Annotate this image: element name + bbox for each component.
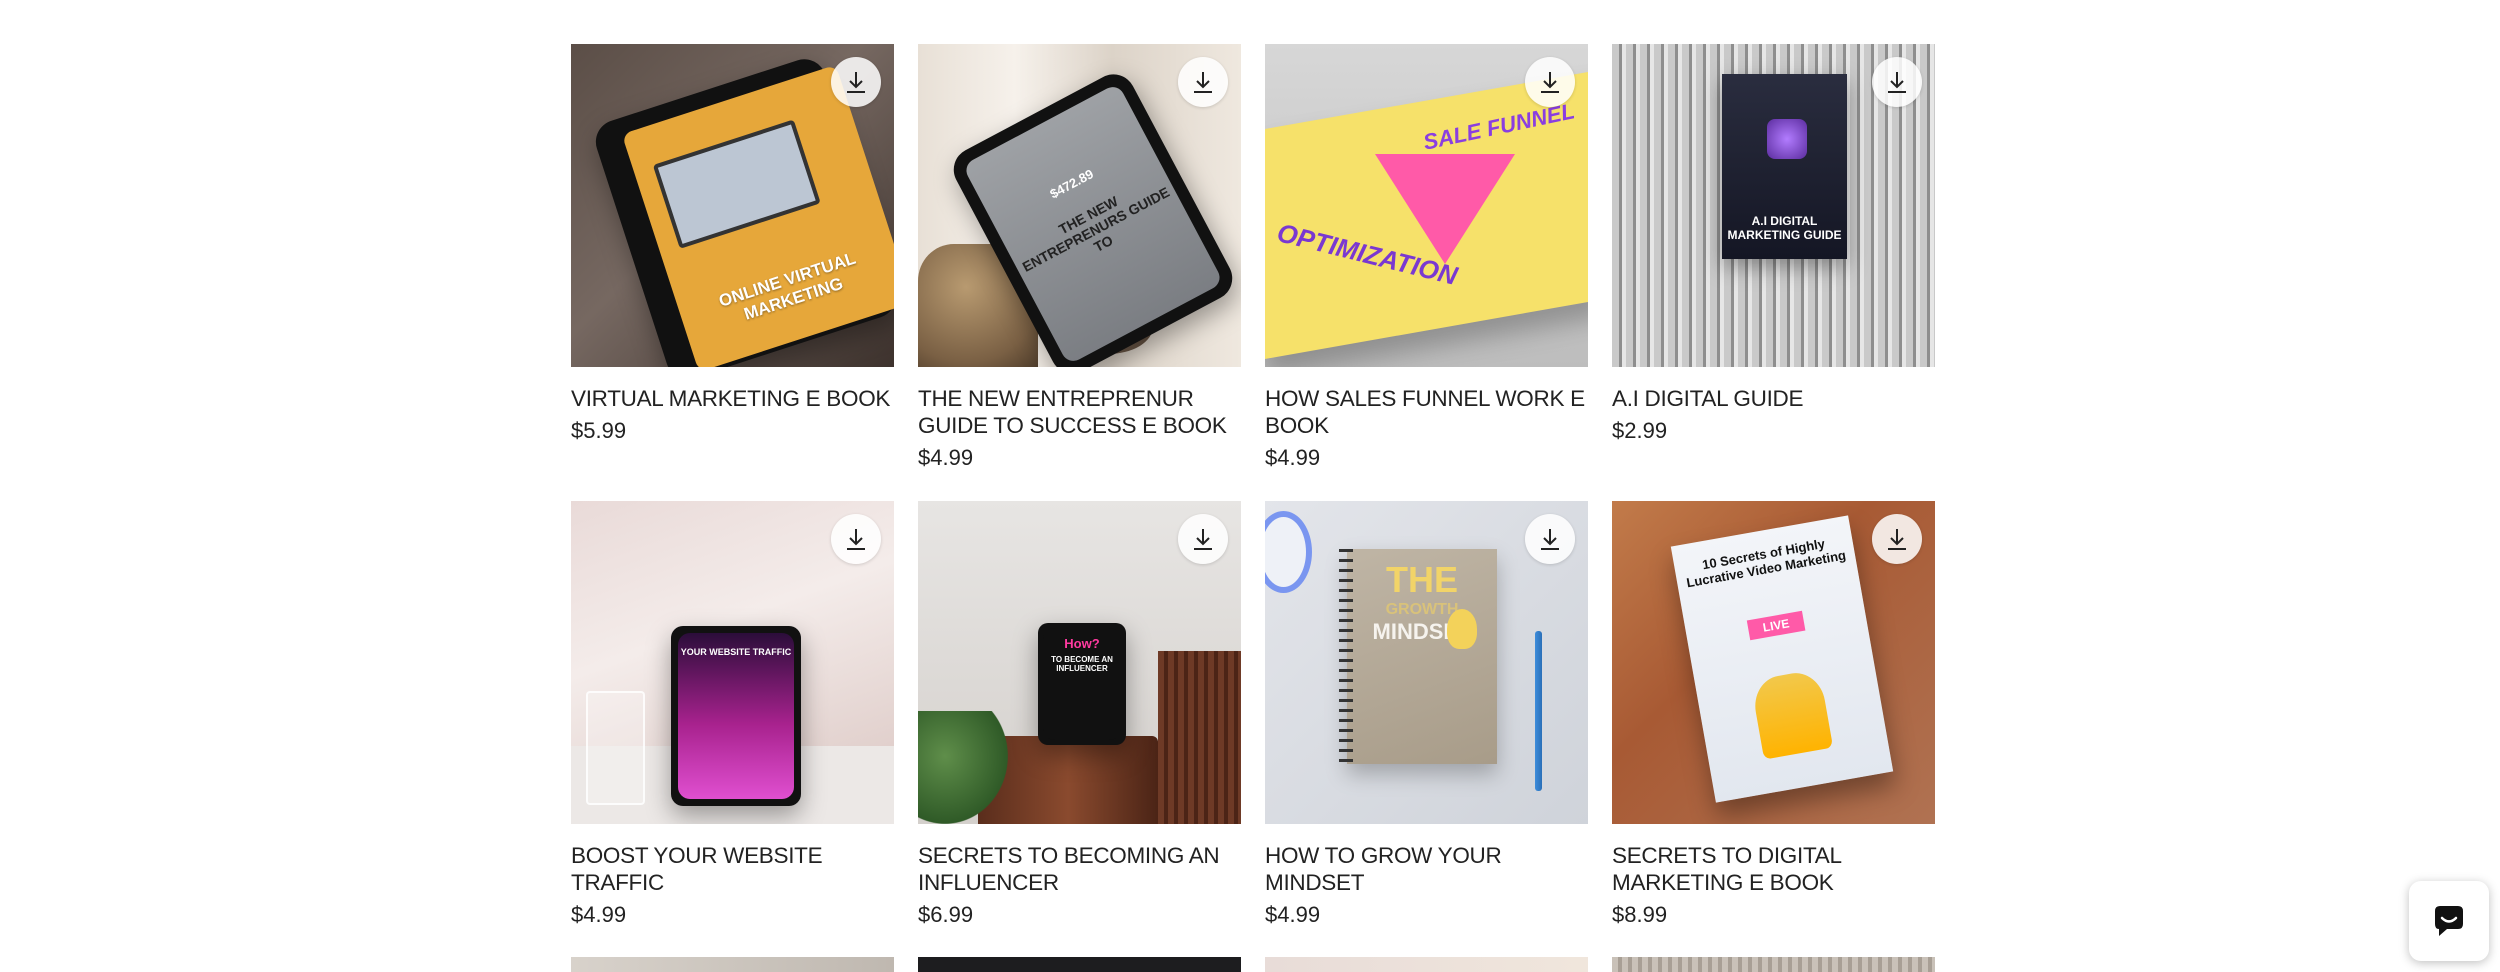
download-icon <box>847 72 865 93</box>
product-price: $2.99 <box>1612 418 1668 443</box>
product-title[interactable]: HOW SALES FUNNEL WORK E BOOK <box>1265 385 1588 439</box>
product-price: $4.99 <box>1265 902 1321 927</box>
bulb-graphic <box>1447 609 1477 649</box>
product-title[interactable]: A.I DIGITAL GUIDE <box>1612 385 1935 412</box>
cover-text: A.I DIGITAL MARKETING GUIDE <box>1727 214 1842 242</box>
cover-text: How? <box>1064 636 1100 651</box>
next-row-preview <box>571 957 1935 972</box>
cover-subtext: TO BECOME AN INFLUENCER <box>1051 655 1113 673</box>
product-image[interactable]: 10 Secrets of Highly Lucrative Video Mar… <box>1612 501 1935 824</box>
product-image[interactable]: THE GROWTH MINDSET <box>1265 501 1588 824</box>
download-icon <box>1541 529 1559 550</box>
product-image-peek[interactable] <box>1265 957 1588 972</box>
cover-art: How? TO BECOME AN INFLUENCER <box>1043 628 1121 740</box>
product-title[interactable]: VIRTUAL MARKETING E BOOK <box>571 385 894 412</box>
product-price: $4.99 <box>918 445 974 470</box>
cover-art: YOUR WEBSITE TRAFFIC <box>678 633 794 799</box>
product-image[interactable]: A.I DIGITAL MARKETING GUIDE <box>1612 44 1935 367</box>
product-card[interactable]: SALE FUNNEL OPTIMIZATION HOW SALES FUNNE… <box>1265 44 1588 501</box>
product-price: $6.99 <box>918 902 974 927</box>
glass-graphic <box>586 691 645 805</box>
chat-button[interactable] <box>2409 881 2489 961</box>
download-button[interactable] <box>1872 514 1922 564</box>
download-icon <box>1194 529 1212 550</box>
cover-text: ONLINE VIRTUAL MARKETING <box>716 248 859 324</box>
download-button[interactable] <box>831 514 881 564</box>
cup-graphic <box>1265 511 1312 593</box>
cover-text: THE NEW ENTREPRENURS GUIDE TO <box>1019 183 1173 275</box>
product-price: $4.99 <box>1265 445 1321 470</box>
cover-text: 10 Secrets of Highly Lucrative Video Mar… <box>1685 535 1847 591</box>
product-title[interactable]: SECRETS TO BECOMING AN INFLUENCER <box>918 842 1241 896</box>
cover-text: YOUR WEBSITE TRAFFIC <box>680 647 792 657</box>
product-image-peek[interactable] <box>918 957 1241 972</box>
download-button[interactable] <box>1178 514 1228 564</box>
product-card[interactable]: THE GROWTH MINDSET HOW TO GROW YOUR MIND… <box>1265 501 1588 958</box>
download-icon <box>847 529 865 550</box>
cover-art: 10 Secrets of Highly Lucrative Video Mar… <box>1670 515 1894 803</box>
download-icon <box>1194 72 1212 93</box>
download-button[interactable] <box>831 57 881 107</box>
download-button[interactable] <box>1178 57 1228 107</box>
product-title[interactable]: THE NEW ENTREPRENUR GUIDE TO SUCCESS E B… <box>918 385 1241 439</box>
product-title[interactable]: SECRETS TO DIGITAL MARKETING E BOOK <box>1612 842 1935 896</box>
product-image-peek[interactable] <box>571 957 894 972</box>
download-button[interactable] <box>1525 514 1575 564</box>
product-card[interactable]: 10 Secrets of Highly Lucrative Video Mar… <box>1612 501 1935 958</box>
product-image[interactable]: ONLINE VIRTUAL MARKETING <box>571 44 894 367</box>
plant-graphic <box>918 711 1008 824</box>
product-price: $4.99 <box>571 902 627 927</box>
cover-art: THE GROWTH MINDSET <box>1339 549 1497 764</box>
product-image[interactable]: YOUR WEBSITE TRAFFIC <box>571 501 894 824</box>
download-icon <box>1888 529 1906 550</box>
product-image[interactable]: SALE FUNNEL OPTIMIZATION <box>1265 44 1588 367</box>
cover-art: A.I DIGITAL MARKETING GUIDE <box>1722 74 1847 259</box>
product-card[interactable]: $472.89 THE NEW ENTREPRENURS GUIDE TO TH… <box>918 44 1241 501</box>
spiral-rings <box>1339 549 1353 764</box>
product-card[interactable]: ONLINE VIRTUAL MARKETING VIRTUAL MARKETI… <box>571 44 894 501</box>
product-card[interactable]: How? TO BECOME AN INFLUENCER SECRETS TO … <box>918 501 1241 958</box>
product-price: $8.99 <box>1612 902 1668 927</box>
live-badge: LIVE <box>1746 610 1806 641</box>
download-icon <box>1888 72 1906 93</box>
product-card[interactable]: A.I DIGITAL MARKETING GUIDE A.I DIGITAL … <box>1612 44 1935 501</box>
pen-graphic <box>1535 631 1542 791</box>
chat-icon <box>2435 906 2463 936</box>
download-icon <box>1541 72 1559 93</box>
side-table-graphic <box>1158 651 1241 824</box>
product-title[interactable]: BOOST YOUR WEBSITE TRAFFIC <box>571 842 894 896</box>
download-button[interactable] <box>1525 57 1575 107</box>
product-price: $5.99 <box>571 418 627 443</box>
hexagon-graphic <box>1767 119 1807 159</box>
product-image[interactable]: How? TO BECOME AN INFLUENCER <box>918 501 1241 824</box>
product-title[interactable]: HOW TO GROW YOUR MINDSET <box>1265 842 1588 896</box>
product-grid: ONLINE VIRTUAL MARKETING VIRTUAL MARKETI… <box>571 44 1935 958</box>
product-image[interactable]: $472.89 THE NEW ENTREPRENURS GUIDE TO <box>918 44 1241 367</box>
character-graphic <box>1750 668 1834 760</box>
product-image-peek[interactable] <box>1612 957 1935 972</box>
product-card[interactable]: YOUR WEBSITE TRAFFIC BOOST YOUR WEBSITE … <box>571 501 894 958</box>
cover-text: THE <box>1386 559 1458 600</box>
cover-subtext: GROWTH <box>1385 601 1459 618</box>
download-button[interactable] <box>1872 57 1922 107</box>
